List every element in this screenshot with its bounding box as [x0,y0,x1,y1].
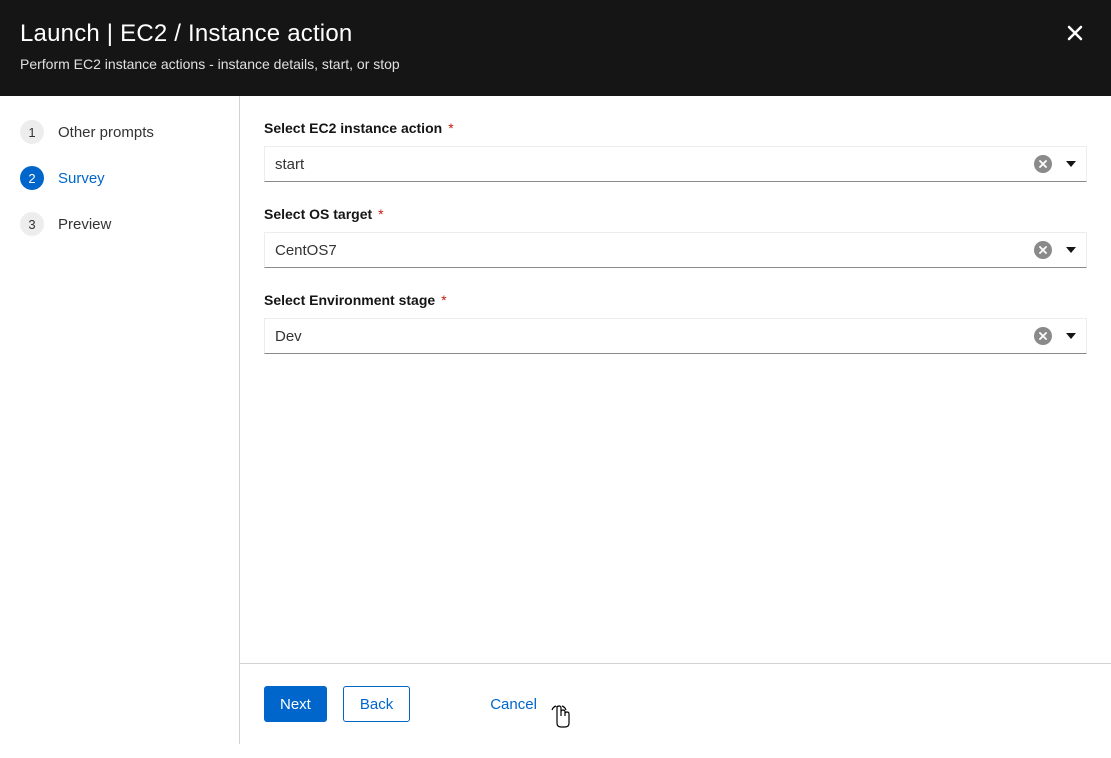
modal-subtitle: Perform EC2 instance actions - instance … [20,56,1087,72]
wizard-step-survey[interactable]: 2 Survey [20,166,239,190]
required-asterisk: * [441,292,446,308]
chevron-down-icon[interactable] [1066,333,1076,339]
modal-title: Launch | EC2 / Instance action [20,20,1087,48]
step-number: 3 [20,212,44,236]
field-ec2-action: Select EC2 instance action * start [264,120,1087,182]
select-os-target[interactable]: CentOS7 [264,232,1087,268]
survey-form: Select EC2 instance action * start Selec… [240,96,1111,663]
select-value: start [275,156,1034,173]
wizard-steps: 1 Other prompts 2 Survey 3 Preview [0,96,240,744]
select-environment-stage[interactable]: Dev [264,318,1087,354]
select-ec2-action[interactable]: start [264,146,1087,182]
required-asterisk: * [448,120,453,136]
modal-body: 1 Other prompts 2 Survey 3 Preview Selec… [0,96,1111,744]
select-value: Dev [275,328,1034,345]
required-asterisk: * [378,206,383,222]
step-label: Survey [58,170,105,187]
field-label: Select EC2 instance action * [264,120,1087,136]
clear-icon[interactable] [1034,241,1052,259]
wizard-footer: Next Back Cancel [240,663,1111,744]
next-button[interactable]: Next [264,686,327,722]
step-label: Preview [58,216,111,233]
chevron-down-icon[interactable] [1066,161,1076,167]
step-label: Other prompts [58,124,154,141]
label-text: Select EC2 instance action [264,120,442,136]
field-os-target: Select OS target * CentOS7 [264,206,1087,268]
modal-header: Launch | EC2 / Instance action Perform E… [0,0,1111,96]
back-button[interactable]: Back [343,686,410,722]
field-environment-stage: Select Environment stage * Dev [264,292,1087,354]
close-icon[interactable] [1067,24,1083,47]
field-label: Select Environment stage * [264,292,1087,308]
clear-icon[interactable] [1034,155,1052,173]
step-number: 1 [20,120,44,144]
wizard-step-other-prompts[interactable]: 1 Other prompts [20,120,239,144]
label-text: Select Environment stage [264,292,435,308]
field-label: Select OS target * [264,206,1087,222]
label-text: Select OS target [264,206,372,222]
chevron-down-icon[interactable] [1066,247,1076,253]
step-number: 2 [20,166,44,190]
select-value: CentOS7 [275,242,1034,259]
cancel-button[interactable]: Cancel [474,686,553,722]
clear-icon[interactable] [1034,327,1052,345]
wizard-step-preview[interactable]: 3 Preview [20,212,239,236]
wizard-content: Select EC2 instance action * start Selec… [240,96,1111,744]
